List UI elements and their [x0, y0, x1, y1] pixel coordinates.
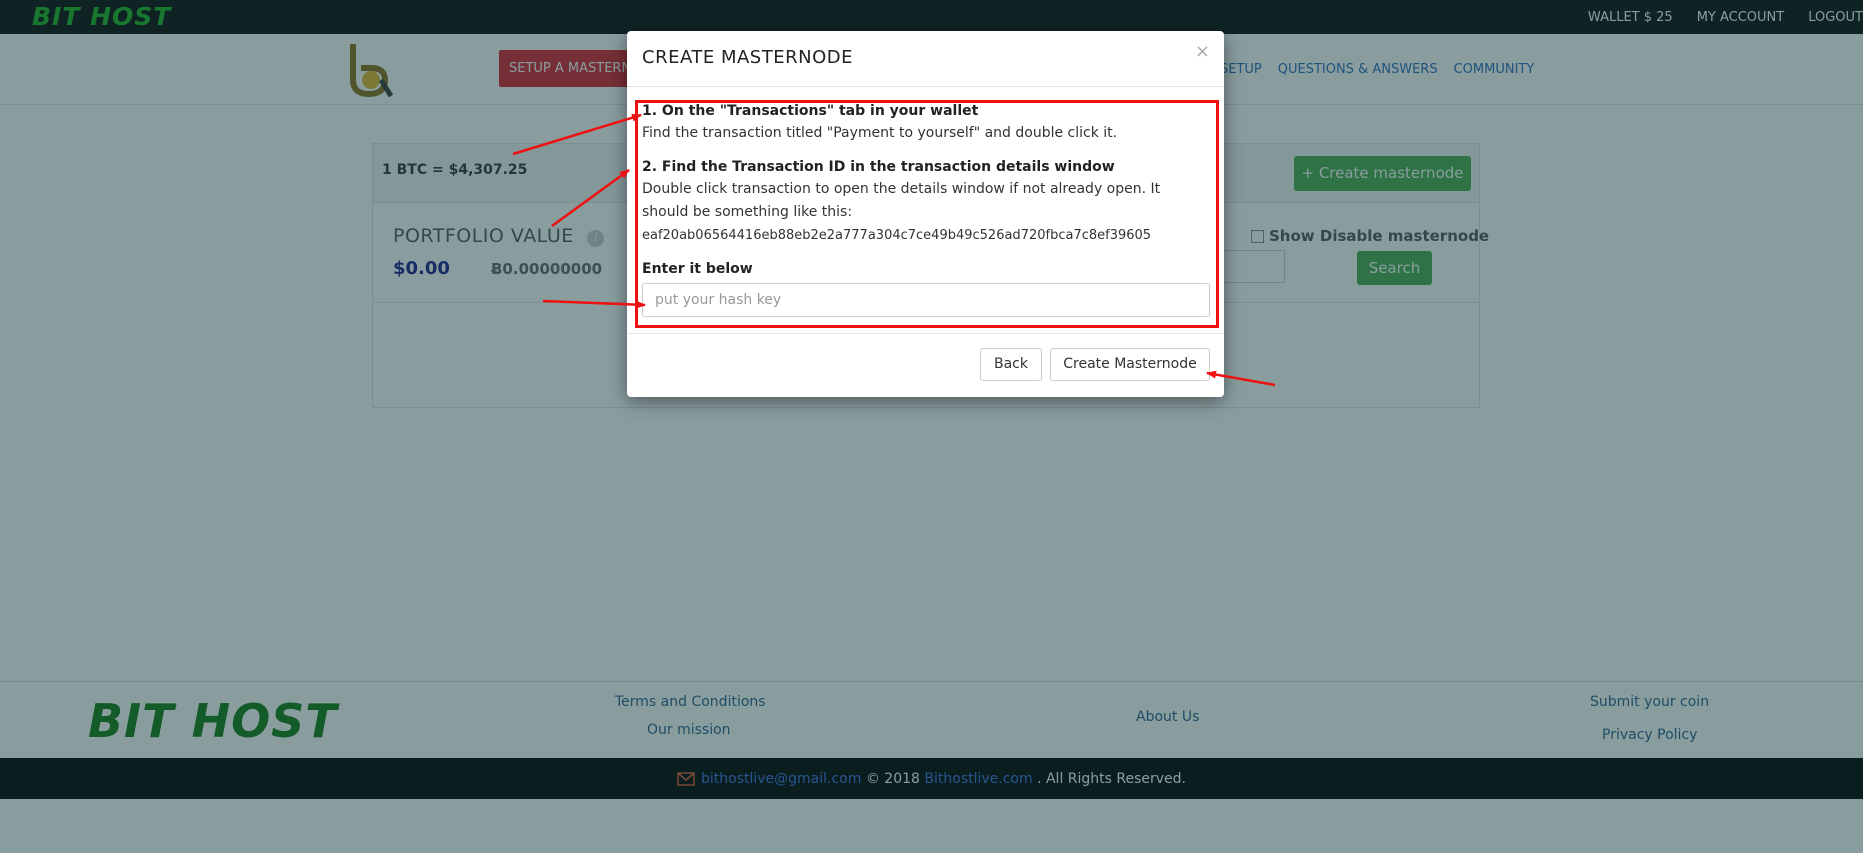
close-icon[interactable]: × [1195, 43, 1210, 61]
example-hash: eaf20ab06564416eb88eb2e2a777a304c7ce49b4… [642, 228, 1152, 243]
modal-footer: Back Create Masternode [627, 333, 1224, 397]
step1-text: Find the transaction titled "Payment to … [642, 125, 1118, 141]
modal-header: CREATE MASTERNODE × [627, 31, 1224, 87]
back-button[interactable]: Back [980, 348, 1042, 381]
step1-title: 1. On the "Transactions" tab in your wal… [642, 103, 979, 119]
create-masternode-modal: CREATE MASTERNODE × 1. On the "Transacti… [627, 31, 1224, 397]
enter-label: Enter it below [642, 261, 753, 277]
step2-title: 2. Find the Transaction ID in the transa… [642, 159, 1115, 175]
modal-body: 1. On the "Transactions" tab in your wal… [642, 101, 1210, 317]
step2-text: Double click transaction to open the det… [642, 181, 1161, 220]
hash-key-input[interactable] [642, 283, 1210, 317]
modal-title: CREATE MASTERNODE [642, 47, 853, 68]
create-masternode-submit-button[interactable]: Create Masternode [1050, 348, 1210, 381]
